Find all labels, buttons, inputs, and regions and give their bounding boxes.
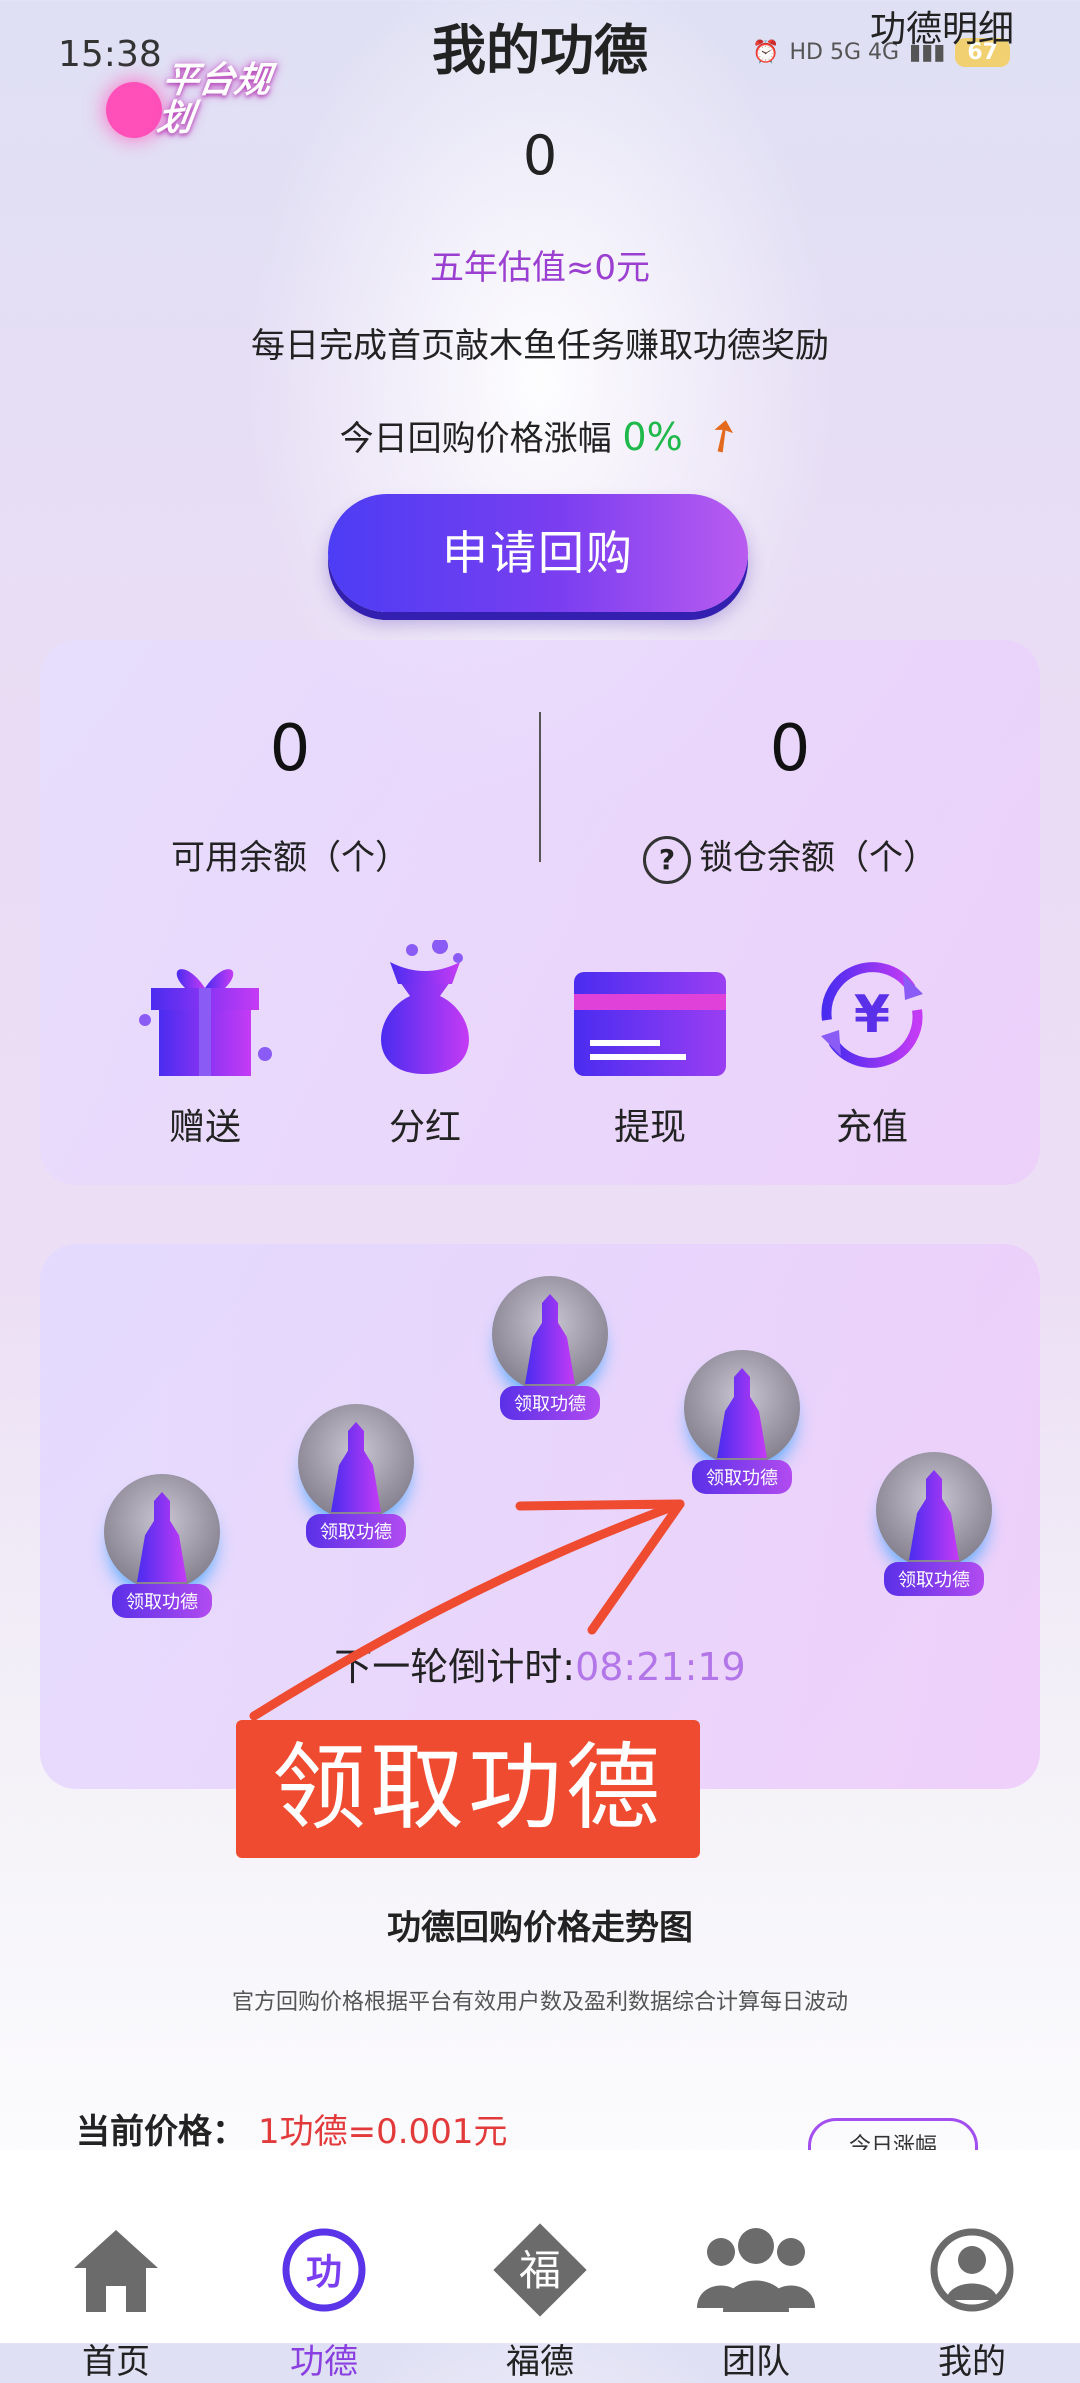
profile-icon [872, 2210, 1072, 2330]
nav-team-label: 团队 [722, 2342, 790, 2382]
merit-icon: 功 [224, 2210, 424, 2330]
available-balance-label: 可用余额（个） [171, 838, 409, 878]
merit-bubble[interactable]: 领取功德 [672, 1350, 812, 1494]
card-icon [540, 940, 760, 1080]
team-icon [656, 2210, 856, 2330]
withdraw-label: 提现 [613, 1107, 686, 1148]
gift-icon [95, 940, 315, 1080]
collect-merit-tag: 领取功德 [500, 1386, 600, 1420]
nav-merit[interactable]: 功 功德 [224, 2210, 424, 2383]
merit-bubble[interactable]: 领取功德 [864, 1452, 1004, 1596]
nav-team[interactable]: 团队 [656, 2210, 856, 2383]
task-hint: 每日完成首页敲木鱼任务赚取功德奖励 [251, 326, 829, 366]
annotation-arrow-icon [249, 1499, 685, 1721]
current-price-label: 当前价格： [76, 2112, 246, 2152]
nav-profile-label: 我的 [938, 2342, 1006, 2382]
buddha-icon [104, 1474, 220, 1590]
five-year-estimate: 五年估值≈0元 [429, 248, 651, 288]
nav-profile[interactable]: 我的 [872, 2210, 1072, 2383]
locked-balance-value: 0 [769, 712, 811, 786]
trend-up-arrow-icon: ➚ [692, 404, 752, 467]
price-rise-row: 今日回购价格涨幅 0% ➚ [0, 404, 1080, 467]
buddha-icon [684, 1350, 800, 1466]
price-rise-percent: 0% [622, 415, 683, 459]
svg-text:功: 功 [306, 2252, 342, 2293]
nav-home-label: 首页 [82, 2342, 150, 2382]
trend-description: 官方回购价格根据平台有效用户数及盈利数据综合计算每日波动 [231, 1990, 848, 2015]
dividend-label: 分红 [388, 1107, 461, 1148]
locked-balance-label: 锁仓余额（个） [699, 838, 937, 878]
nav-home[interactable]: 首页 [16, 2210, 216, 2383]
help-icon[interactable]: ? [643, 835, 691, 884]
nav-fude[interactable]: 福 福德 [440, 2210, 640, 2383]
collect-merit-tag: 领取功德 [112, 1584, 212, 1618]
money-bag-icon [315, 940, 535, 1080]
merit-total-value: 0 [522, 124, 558, 187]
recharge-label: 充值 [835, 1107, 908, 1148]
withdraw-action[interactable]: 提现 [540, 940, 760, 1150]
available-balance-value: 0 [269, 712, 311, 786]
nav-fude-label: 福德 [506, 2342, 574, 2382]
svg-text:福: 福 [519, 2246, 561, 2295]
buddha-icon [876, 1452, 992, 1568]
buddha-icon [492, 1276, 608, 1392]
gift-label: 赠送 [168, 1107, 241, 1148]
trend-title: 功德回购价格走势图 [387, 1908, 693, 1948]
price-rise-label: 今日回购价格涨幅 [339, 419, 612, 459]
merit-bubble[interactable]: 领取功德 [480, 1276, 620, 1420]
fu-icon: 福 [440, 2210, 640, 2330]
recharge-action[interactable]: ¥ 充值 [762, 940, 982, 1150]
locked-balance-row: ? 锁仓余额（个） [540, 830, 1040, 884]
home-icon [16, 2210, 216, 2330]
bottom-nav: 首页 功 功德 福 福德 团队 我的 [0, 2150, 1080, 2382]
apply-buyback-button[interactable]: 申请回购 [328, 494, 748, 612]
gift-action[interactable]: 赠送 [95, 940, 315, 1150]
annotation-label: 领取功德 [236, 1720, 700, 1858]
merit-bubble[interactable]: 领取功德 [92, 1474, 232, 1618]
svg-text:¥: ¥ [854, 985, 890, 1045]
balance-card: 0 可用余额（个） 0 ? 锁仓余额（个） 赠送 分红 提现 ¥ 充值 [40, 640, 1040, 1185]
dividend-action[interactable]: 分红 [315, 940, 535, 1150]
current-price-value: 1功德=0.001元 [258, 2112, 508, 2152]
nav-merit-label: 功德 [290, 2342, 358, 2382]
collect-merit-tag: 领取功德 [884, 1562, 984, 1596]
yen-exchange-icon: ¥ [762, 940, 982, 1080]
collect-merit-tag: 领取功德 [692, 1460, 792, 1494]
merit-detail-link[interactable]: 功德明细 [870, 0, 1014, 52]
